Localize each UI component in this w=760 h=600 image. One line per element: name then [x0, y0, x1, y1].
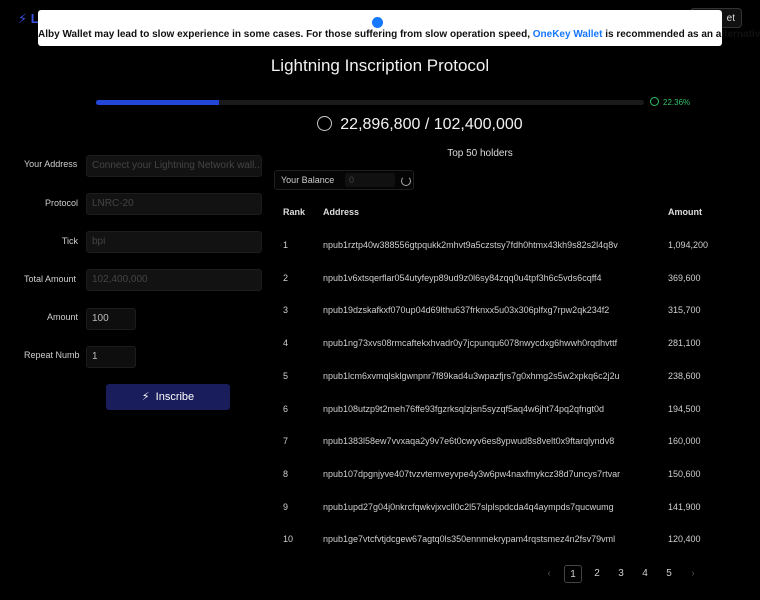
address-cell: npub1v6xtsqerflar054utyfeyp89ud9z0l6sy84…: [323, 272, 602, 283]
rank-cell: 5: [283, 370, 289, 381]
alert-text-before: Alby Wallet may lead to slow experience …: [38, 29, 530, 40]
supply-minted: 22,896,800: [340, 116, 421, 133]
your-balance-value: 0: [345, 173, 395, 187]
table-row: 8 npub107dpgnjyve407tvzvtemveyvpe4y3w6pw4…: [0, 469, 760, 489]
address-cell: npub1ge7vtcfvtjdcgew67agtq0ls350ennmekry…: [323, 534, 616, 545]
amount-cell: 238,600: [668, 370, 701, 381]
rank-cell: 4: [283, 338, 289, 349]
mint-progress-fill: [96, 100, 219, 105]
holders-title: Top 50 holders: [447, 148, 513, 159]
page-1-button[interactable]: 1: [564, 565, 582, 583]
rank-cell: 2: [283, 272, 289, 283]
address-cell: npub1rztp40w388556gtpqukk2mhvt9a5czstsy7…: [323, 240, 618, 250]
rank-cell: 9: [283, 501, 289, 512]
amount-cell: 315,700: [668, 305, 701, 316]
rank-cell: 10: [283, 534, 294, 545]
page-5-button[interactable]: 5: [660, 565, 678, 583]
address-cell: npub19dzskafkxf070up04d69lthu637frknxx5u…: [323, 305, 610, 316]
address-cell: npub107dpgnjyve407tvzvtemveyvpe4y3w6pw4n…: [323, 468, 621, 479]
supply-counter: 22,896,800 / 102,400,000: [0, 116, 760, 134]
rank-cell: 8: [283, 468, 289, 479]
progress-badge: 22.36%: [650, 97, 690, 107]
coin-icon: [317, 116, 333, 131]
your-balance-label: Your Balance: [281, 175, 335, 185]
page-3-button[interactable]: 3: [612, 565, 630, 583]
table-row: 7 npub1383l58ew7vvxaqa2y9v7e6t0cwyv6es8yp…: [0, 436, 760, 456]
amount-cell: 369,600: [668, 272, 701, 283]
column-header-amount: Amount: [668, 207, 702, 217]
address-cell: npub1upd27g04j0nkrcfqwkvjxvcll0c2l57slpl…: [323, 501, 614, 512]
your-address-label: Your Address: [24, 159, 78, 169]
onekey-wallet-link[interactable]: OneKey Wallet: [533, 29, 603, 40]
your-balance-box: Your Balance 0: [274, 170, 414, 190]
page-4-button[interactable]: 4: [636, 565, 654, 583]
table-row: 3 npub19dzskafkxf070up04d69lthu637frknxx5…: [0, 305, 760, 325]
address-cell: npub108utzp9t2meh76ffe93fgzrksqlzjsn5syz…: [323, 403, 605, 414]
column-header-rank: Rank: [283, 207, 306, 217]
amount-cell: 160,000: [668, 436, 701, 447]
info-icon: [372, 17, 383, 28]
rank-cell: 3: [283, 305, 289, 316]
amount-cell: 150,600: [668, 468, 701, 479]
pagination: ‹ 1 2 3 4 5 ›: [540, 565, 700, 583]
progress-percent: 22.36%: [663, 98, 691, 107]
page-2-button[interactable]: 2: [588, 565, 606, 583]
mint-progress-bar: [96, 100, 644, 105]
table-row: 4 npub1ng73xvs08rmcaftekxhvadr0y7jcpunqu6…: [0, 338, 760, 358]
logo[interactable]: ⚡ L: [18, 11, 39, 27]
your-address-input[interactable]: Connect your Lightning Network wall...: [86, 155, 262, 177]
next-page-button[interactable]: ›: [684, 565, 702, 583]
supply-total: 102,400,000: [433, 116, 523, 133]
table-row: 5 npub1lcm6xvmqlsklgwnpnr7f89kad4u3wpazfj…: [0, 371, 760, 391]
address-cell: npub1ng73xvs08rmcaftekxhvadr0y7jcpunqu60…: [323, 338, 618, 349]
check-circle-icon: [650, 97, 659, 106]
table-row: 1 npub1rztp40w388556gtpqukk2mhvt9a5czstsy…: [0, 240, 760, 260]
address-cell: npub1lcm6xvmqlsklgwnpnr7f89kad4u3wpazfjr…: [323, 370, 620, 381]
amount-cell: 281,100: [668, 338, 701, 349]
rank-cell: 7: [283, 436, 289, 447]
address-cell: npub1383l58ew7vvxaqa2y9v7e6t0cwyv6es8ypw…: [323, 436, 615, 447]
alert-message: Alby Wallet may lead to slow experience …: [38, 29, 760, 40]
amount-cell: 1,094,200: [668, 240, 709, 250]
supply-separator: /: [424, 116, 430, 133]
protocol-input[interactable]: LNRC-20: [86, 193, 262, 215]
prev-page-button[interactable]: ‹: [540, 565, 558, 583]
lightning-icon: ⚡: [141, 391, 150, 403]
amount-cell: 194,500: [668, 403, 701, 414]
lightning-icon: ⚡: [18, 11, 28, 26]
table-row: 9 npub1upd27g04j0nkrcfqwkvjxvcll0c2l57slp…: [0, 502, 760, 522]
inscribe-label: Inscribe: [155, 391, 195, 403]
page-title: Lightning Inscription Protocol: [270, 56, 490, 75]
table-row: 10 npub1ge7vtcfvtjdcgew67agtq0ls350ennmek…: [0, 534, 760, 554]
table-row: 2 npub1v6xtsqerflar054utyfeyp89ud9z0l6sy8…: [0, 273, 760, 293]
amount-cell: 120,400: [668, 534, 701, 545]
alert-text-after: is recommended as an alternative: [605, 29, 760, 40]
amount-cell: 141,900: [668, 501, 701, 512]
rank-cell: 1: [283, 240, 289, 250]
table-row: 6 npub108utzp9t2meh76ffe93fgzrksqlzjsn5sy…: [0, 404, 760, 424]
column-header-address: Address: [323, 207, 360, 217]
alert-banner: Alby Wallet may lead to slow experience …: [38, 10, 760, 46]
refresh-icon[interactable]: [401, 176, 411, 186]
rank-cell: 6: [283, 403, 289, 414]
protocol-label: Protocol: [44, 198, 78, 208]
